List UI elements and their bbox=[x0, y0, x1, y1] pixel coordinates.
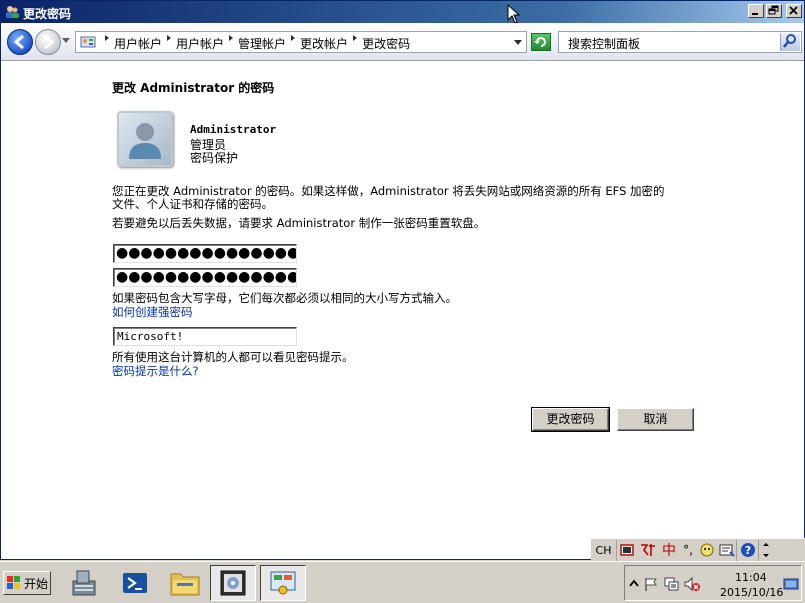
search-icon bbox=[783, 34, 796, 48]
new-password-field[interactable]: ●●●●●●●●●●●●●●● bbox=[113, 244, 297, 263]
password-hint-help-link[interactable]: 密码提示是什么? bbox=[112, 363, 199, 379]
refresh-button[interactable] bbox=[531, 33, 551, 51]
recent-pages-dropdown[interactable] bbox=[62, 38, 70, 43]
softkeyboard-icon[interactable] bbox=[697, 540, 717, 561]
chevron-right-icon[interactable] bbox=[167, 35, 172, 41]
skin-icon bbox=[700, 543, 714, 557]
reset-disk-note: 若要避免以后丢失数据，请要求 Administrator 制作一张密码重置软盘。 bbox=[112, 216, 486, 230]
arrow-left-icon bbox=[13, 34, 24, 50]
close-icon bbox=[789, 6, 798, 15]
control-panel-icon bbox=[80, 36, 96, 48]
user-accounts-icon bbox=[6, 6, 19, 18]
taskbar-powershell[interactable] bbox=[112, 565, 158, 601]
efs-warning-line2: 文件、个人证书和存储的密码。 bbox=[112, 197, 273, 211]
network-icon[interactable] bbox=[663, 576, 679, 592]
account-name: Administrator bbox=[190, 123, 277, 136]
search-input[interactable]: 搜索控制面板 bbox=[558, 31, 802, 53]
breadcrumb-item[interactable]: 更改密码 bbox=[362, 35, 410, 52]
control-panel-window: 更改密码 用户帐户 用户帐户 管理帐户 更改帐户 更改密码 搜索控制面板 更改 … bbox=[0, 0, 805, 560]
search-button[interactable] bbox=[780, 33, 800, 51]
start-button[interactable]: 开始 bbox=[3, 571, 51, 595]
taskbar-server-manager[interactable] bbox=[62, 565, 108, 601]
show-hidden-icons-icon[interactable] bbox=[629, 578, 639, 590]
folder-icon bbox=[170, 573, 200, 596]
restore-button[interactable] bbox=[766, 4, 782, 18]
close-button[interactable] bbox=[786, 4, 802, 18]
arrow-right-icon bbox=[44, 34, 55, 50]
help-button[interactable]: ? bbox=[737, 539, 759, 561]
password-hint-field[interactable]: Microsoft! bbox=[113, 327, 297, 346]
efs-warning: 您正在更改 Administrator 的密码。如果这样做，Administra… bbox=[112, 185, 702, 211]
system-tray: 11:04 2015/10/16 bbox=[624, 565, 802, 601]
back-button[interactable] bbox=[7, 29, 33, 55]
chevron-right-icon[interactable] bbox=[353, 35, 358, 41]
change-password-button[interactable]: 更改密码 bbox=[531, 407, 610, 432]
clock-date[interactable]: 2015/10/16 bbox=[720, 586, 783, 599]
language-bar: CH 中 °, ? bbox=[591, 538, 805, 561]
show-desktop-icon[interactable] bbox=[783, 574, 799, 594]
breadcrumb-item[interactable]: 管理帐户 bbox=[238, 35, 286, 52]
minimize-icon bbox=[752, 13, 758, 15]
title-bar[interactable]: 更改密码 bbox=[1, 1, 804, 23]
action-center-flag-icon[interactable] bbox=[643, 576, 659, 592]
avatar bbox=[117, 111, 173, 167]
taskbar: 开始 11:04 2015/10/16 bbox=[0, 561, 805, 603]
search-placeholder: 搜索控制面板 bbox=[568, 37, 641, 51]
chevron-right-icon[interactable] bbox=[229, 35, 234, 41]
breadcrumb-item[interactable]: 更改帐户 bbox=[300, 35, 348, 52]
start-label: 开始 bbox=[23, 576, 48, 591]
chevron-right-icon[interactable] bbox=[291, 35, 296, 41]
media-player-icon bbox=[220, 570, 246, 596]
ime-settings-icon[interactable] bbox=[717, 539, 737, 561]
breadcrumb-item[interactable]: 用户帐户 bbox=[176, 35, 224, 52]
taskbar-explorer[interactable] bbox=[162, 565, 208, 601]
taskbar-control-panel[interactable] bbox=[260, 565, 306, 601]
svg-text:?: ? bbox=[744, 544, 750, 557]
punctuation-mode-indicator[interactable]: °, bbox=[679, 540, 697, 561]
language-indicator[interactable]: CH bbox=[591, 539, 617, 561]
mouse-cursor-icon bbox=[507, 4, 521, 24]
ime-keyboard-icon bbox=[620, 544, 634, 556]
clock-time[interactable]: 11:04 bbox=[735, 571, 767, 584]
control-panel-task-icon bbox=[270, 571, 296, 595]
help-icon: ? bbox=[740, 543, 755, 557]
cancel-button[interactable]: 取消 bbox=[617, 408, 694, 431]
address-toolbar: 用户帐户 用户帐户 管理帐户 更改帐户 更改密码 搜索控制面板 bbox=[1, 23, 804, 61]
window-title: 更改密码 bbox=[23, 7, 72, 21]
page-title: 更改 Administrator 的密码 bbox=[112, 81, 275, 95]
server-manager-icon bbox=[72, 570, 96, 596]
ime-settings-glyph-icon bbox=[719, 544, 735, 557]
user-avatar-icon bbox=[129, 123, 161, 159]
powershell-icon bbox=[123, 573, 147, 593]
ime-pinyin-glyph-icon bbox=[641, 544, 655, 556]
strong-password-link[interactable]: 如何创建强密码 bbox=[112, 304, 193, 320]
forward-button[interactable] bbox=[35, 29, 61, 55]
volume-muted-icon[interactable] bbox=[683, 576, 701, 592]
langbar-options-button[interactable] bbox=[759, 540, 773, 561]
breadcrumb: 用户帐户 用户帐户 管理帐户 更改帐户 更改密码 bbox=[100, 35, 410, 52]
confirm-password-field[interactable]: ●●●●●●●●●●●●●●● bbox=[113, 268, 297, 287]
address-bar[interactable]: 用户帐户 用户帐户 管理帐户 更改帐户 更改密码 bbox=[75, 31, 527, 53]
ime-icon[interactable] bbox=[617, 540, 637, 561]
account-protection: 密码保护 bbox=[190, 151, 239, 165]
ime-mode-indicator[interactable]: 中 bbox=[659, 540, 679, 561]
restore-icon bbox=[768, 5, 779, 15]
chevron-right-icon[interactable] bbox=[105, 35, 109, 41]
ime-pinyin-icon[interactable] bbox=[637, 540, 659, 561]
breadcrumb-item[interactable]: 用户帐户 bbox=[114, 35, 162, 52]
address-history-dropdown[interactable] bbox=[514, 40, 522, 45]
main-content: 更改 Administrator 的密码 Administrator 管理员 密… bbox=[1, 61, 804, 559]
refresh-icon bbox=[534, 37, 546, 47]
taskbar-media-app[interactable] bbox=[210, 565, 256, 601]
minimize-button[interactable] bbox=[748, 4, 764, 18]
chevron-down-icon bbox=[763, 543, 769, 557]
windows-logo-icon bbox=[6, 576, 20, 589]
